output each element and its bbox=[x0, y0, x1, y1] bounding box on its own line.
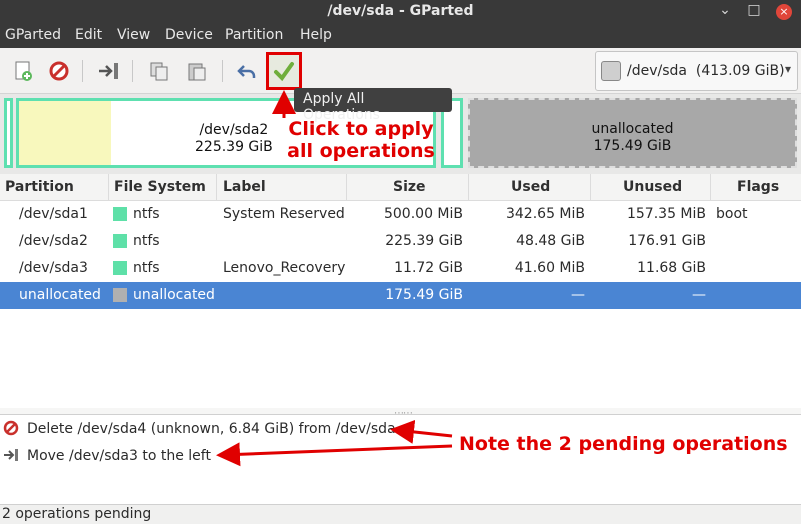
title-bar: /dev/sda - GParted ⌄ □ × bbox=[0, 0, 801, 24]
status-bar: 2 operations pending bbox=[0, 504, 801, 524]
cell-partition: unallocated bbox=[19, 287, 101, 303]
cell-partition: /dev/sda3 bbox=[19, 260, 88, 276]
device-selector[interactable]: /dev/sda (413.09 GiB) ▾ bbox=[595, 51, 798, 91]
copy-icon bbox=[150, 62, 168, 81]
header-unused[interactable]: Unused bbox=[623, 179, 682, 195]
table-row[interactable]: /dev/sda1 ntfs System Reserved 500.00 Mi… bbox=[0, 201, 801, 228]
cell-used: 342.65 MiB bbox=[505, 206, 585, 222]
minimize-button[interactable]: ⌄ bbox=[715, 2, 735, 18]
checkmark-icon bbox=[274, 62, 294, 82]
fs-color-swatch bbox=[113, 234, 127, 248]
diskmap-sda2-label: /dev/sda2 225.39 GiB bbox=[195, 122, 273, 155]
header-flags[interactable]: Flags bbox=[737, 179, 779, 195]
diskmap-sda1[interactable] bbox=[4, 98, 13, 168]
toolbar-separator bbox=[132, 60, 133, 82]
pending-operations-list: Delete /dev/sda4 (unknown, 6.84 GiB) fro… bbox=[0, 414, 801, 504]
cell-used: — bbox=[571, 287, 585, 303]
delete-icon bbox=[3, 420, 19, 436]
used-space bbox=[19, 101, 111, 165]
cell-filesystem: ntfs bbox=[133, 206, 160, 222]
cell-label: System Reserved bbox=[223, 206, 345, 222]
cell-unused: 176.91 GiB bbox=[628, 233, 706, 249]
cell-size: 175.49 GiB bbox=[385, 287, 463, 303]
cell-label: Lenovo_Recovery bbox=[223, 260, 346, 276]
header-used[interactable]: Used bbox=[511, 179, 550, 195]
column-divider bbox=[216, 174, 217, 201]
diskmap-unallocated[interactable]: unallocated 175.49 GiB bbox=[468, 98, 797, 168]
table-header: Partition File System Label Size Used Un… bbox=[0, 174, 801, 201]
cell-size: 500.00 MiB bbox=[383, 206, 463, 222]
cell-size: 225.39 GiB bbox=[385, 233, 463, 249]
delete-icon bbox=[49, 61, 69, 81]
annotation-pending-note: Note the 2 pending operations bbox=[459, 433, 788, 455]
cell-filesystem: ntfs bbox=[133, 260, 160, 276]
status-text: 2 operations pending bbox=[2, 506, 152, 522]
menu-gparted[interactable]: GParted bbox=[5, 27, 61, 43]
operation-text: Move /dev/sda3 to the left bbox=[27, 448, 211, 464]
paste-button[interactable] bbox=[182, 56, 212, 86]
close-button[interactable]: × bbox=[776, 4, 792, 20]
header-size[interactable]: Size bbox=[393, 179, 426, 195]
cell-used: 41.60 MiB bbox=[514, 260, 585, 276]
cell-partition: /dev/sda1 bbox=[19, 206, 88, 222]
header-filesystem[interactable]: File System bbox=[114, 179, 206, 195]
resize-move-button[interactable] bbox=[94, 56, 124, 86]
cell-used: 48.48 GiB bbox=[516, 233, 585, 249]
diskmap-unallocated-label: unallocated 175.49 GiB bbox=[591, 121, 674, 154]
table-row[interactable]: /dev/sda2 ntfs 225.39 GiB 48.48 GiB 176.… bbox=[0, 228, 801, 255]
operation-text: Delete /dev/sda4 (unknown, 6.84 GiB) fro… bbox=[27, 421, 396, 437]
menu-edit[interactable]: Edit bbox=[75, 27, 102, 43]
undo-icon bbox=[237, 65, 256, 78]
fs-color-swatch bbox=[113, 288, 127, 302]
tooltip: Apply All Operations bbox=[294, 88, 452, 123]
maximize-button[interactable]: □ bbox=[744, 2, 764, 18]
undo-button[interactable] bbox=[232, 56, 262, 86]
cell-unused: 157.35 MiB bbox=[626, 206, 706, 222]
copy-button[interactable] bbox=[144, 56, 174, 86]
menu-partition[interactable]: Partition bbox=[225, 27, 283, 43]
menu-bar: GParted Edit View Device Partition Help bbox=[0, 24, 801, 48]
apply-all-button[interactable] bbox=[266, 52, 302, 90]
new-partition-icon bbox=[15, 61, 32, 81]
column-divider bbox=[108, 174, 109, 201]
fs-color-swatch bbox=[113, 207, 127, 221]
toolbar-separator bbox=[82, 60, 83, 82]
chevron-down-icon: ▾ bbox=[784, 62, 791, 76]
column-divider bbox=[710, 174, 711, 201]
paste-icon bbox=[188, 63, 206, 81]
menu-device[interactable]: Device bbox=[165, 27, 213, 43]
partition-table: Partition File System Label Size Used Un… bbox=[0, 174, 801, 408]
delete-button[interactable] bbox=[44, 56, 74, 86]
header-partition[interactable]: Partition bbox=[5, 179, 74, 195]
column-divider bbox=[346, 174, 347, 201]
table-row-selected[interactable]: unallocated unallocated 175.49 GiB — — bbox=[0, 282, 801, 309]
cell-flags: boot bbox=[716, 206, 748, 222]
menu-help[interactable]: Help bbox=[300, 27, 332, 43]
annotation-click-apply: Click to apply all operations bbox=[287, 118, 435, 162]
column-divider bbox=[468, 174, 469, 201]
cell-size: 11.72 GiB bbox=[394, 260, 463, 276]
resize-move-icon bbox=[99, 63, 118, 79]
toolbar-separator bbox=[222, 60, 223, 82]
table-row[interactable]: /dev/sda3 ntfs Lenovo_Recovery 11.72 GiB… bbox=[0, 255, 801, 282]
cell-filesystem: ntfs bbox=[133, 233, 160, 249]
cell-partition: /dev/sda2 bbox=[19, 233, 88, 249]
cell-unused: 11.68 GiB bbox=[637, 260, 706, 276]
window-title: /dev/sda - GParted bbox=[327, 3, 474, 19]
cell-unused: — bbox=[692, 287, 706, 303]
header-label[interactable]: Label bbox=[223, 179, 266, 195]
menu-view[interactable]: View bbox=[117, 27, 150, 43]
column-divider bbox=[590, 174, 591, 201]
cell-filesystem: unallocated bbox=[133, 287, 215, 303]
fs-color-swatch bbox=[113, 261, 127, 275]
device-label: /dev/sda (413.09 GiB) bbox=[627, 63, 785, 79]
new-partition-button[interactable] bbox=[8, 56, 38, 86]
move-icon bbox=[3, 447, 19, 463]
harddisk-icon bbox=[601, 61, 621, 81]
